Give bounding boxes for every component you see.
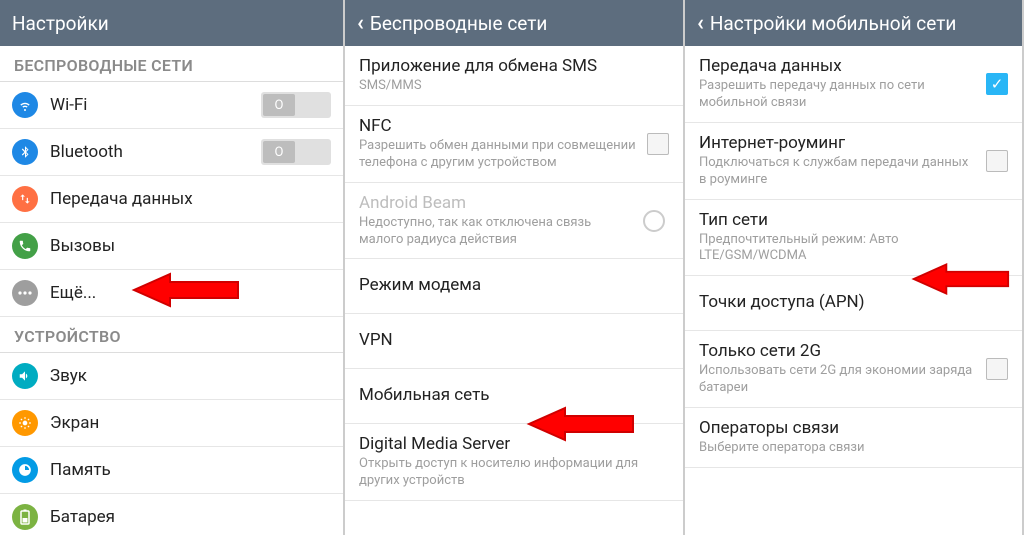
toggle-knob: O [263,141,295,163]
bluetooth-toggle[interactable]: O [261,139,331,165]
bluetooth-label: Bluetooth [50,142,261,162]
only2g-title: Только сети 2G [699,341,976,361]
memory-label: Память [50,460,331,480]
sound-label: Звук [50,366,331,386]
sms-title: Приложение для обмена SMS [359,56,669,76]
data-icon [12,186,38,212]
sound-icon [12,363,38,389]
nfc-checkbox[interactable] [647,133,669,155]
item-data-transfer[interactable]: Передача данных Разрешить передачу данны… [685,46,1022,123]
row-calls[interactable]: Вызовы [0,223,343,270]
row-more[interactable]: Ещё... [0,270,343,317]
item-tether[interactable]: Режим модема [345,259,683,314]
item-apn[interactable]: Точки доступа (APN) [685,276,1022,331]
item-mobile-network[interactable]: Мобильная сеть [345,369,683,424]
data-checkbox[interactable]: ✓ [986,73,1008,95]
nfc-sub: Разрешить обмен данными при совмещении т… [359,138,637,172]
header-mobile-settings[interactable]: ‹ Настройки мобильной сети [685,0,1022,46]
nettype-sub: Предпочтительный режим: Авто LTE/GSM/WCD… [699,232,1008,266]
header-title: Беспроводные сети [370,12,548,35]
beam-sub: Недоступно, так как отключена связь мало… [359,215,637,249]
item-only-2g[interactable]: Только сети 2G Использовать сети 2G для … [685,331,1022,408]
header-wireless[interactable]: ‹ Беспроводные сети [345,0,683,46]
roam-sub: Подключаться к службам передачи данных в… [699,155,976,189]
item-roaming[interactable]: Интернет-роуминг Подключаться к службам … [685,123,1022,200]
tether-title: Режим модема [359,275,669,295]
memory-icon [12,457,38,483]
nettype-title: Тип сети [699,210,1008,230]
data-title: Передача данных [699,56,976,76]
wifi-icon [12,92,38,118]
screen-icon [12,410,38,436]
header-settings: Настройки [0,0,343,46]
beam-title: Android Beam [359,193,637,213]
screen-label: Экран [50,413,331,433]
vpn-title: VPN [359,330,669,350]
data-sub: Разрешить передачу данных по сети мобиль… [699,78,976,112]
mobile-network-panel: ‹ Настройки мобильной сети Передача данн… [685,0,1024,535]
roam-title: Интернет-роуминг [699,133,976,153]
back-icon[interactable]: ‹ [357,11,364,36]
ops-title: Операторы связи [699,418,1008,438]
apn-title: Точки доступа (APN) [699,292,1008,312]
toggle-knob: O [263,94,295,116]
only2g-checkbox[interactable] [986,358,1008,380]
only2g-sub: Использовать сети 2G для экономии заряда… [699,363,976,397]
roaming-checkbox[interactable] [986,150,1008,172]
data-label: Передача данных [50,189,331,209]
section-device: УСТРОЙСТВО [0,317,343,353]
dms-title: Digital Media Server [359,434,669,454]
section-wireless: БЕСПРОВОДНЫЕ СЕТИ [0,46,343,82]
row-data-transfer[interactable]: Передача данных [0,176,343,223]
phone-icon [12,233,38,259]
nfc-title: NFC [359,116,637,136]
wifi-label: Wi-Fi [50,95,261,115]
ops-sub: Выберите оператора связи [699,440,1008,457]
settings-panel: Настройки БЕСПРОВОДНЫЕ СЕТИ Wi-Fi O Blue… [0,0,345,535]
sms-sub: SMS/MMS [359,78,669,95]
item-dms[interactable]: Digital Media Server Открыть доступ к но… [345,424,683,501]
item-network-type[interactable]: Тип сети Предпочтительный режим: Авто LT… [685,200,1022,277]
row-sound[interactable]: Звук [0,353,343,400]
mobile-title: Мобильная сеть [359,385,669,405]
battery-label: Батарея [50,507,331,527]
row-memory[interactable]: Память [0,447,343,494]
item-operators[interactable]: Операторы связи Выберите оператора связи [685,408,1022,468]
dms-sub: Открыть доступ к носителю информации для… [359,456,669,490]
back-icon[interactable]: ‹ [697,11,704,36]
header-title: Настройки [12,12,109,35]
header-title: Настройки мобильной сети [710,12,956,35]
row-battery[interactable]: Батарея [0,494,343,535]
item-nfc[interactable]: NFC Разрешить обмен данными при совмещен… [345,106,683,183]
beam-radio [643,210,665,232]
item-sms-app[interactable]: Приложение для обмена SMS SMS/MMS [345,46,683,106]
more-label: Ещё... [50,283,331,303]
row-wifi[interactable]: Wi-Fi O [0,82,343,129]
row-bluetooth[interactable]: Bluetooth O [0,129,343,176]
calls-label: Вызовы [50,236,331,256]
battery-icon [12,504,38,530]
item-android-beam: Android Beam Недоступно, так как отключе… [345,183,683,260]
more-icon [12,280,38,306]
wifi-toggle[interactable]: O [261,92,331,118]
bluetooth-icon [12,139,38,165]
row-screen[interactable]: Экран [0,400,343,447]
item-vpn[interactable]: VPN [345,314,683,369]
wireless-networks-panel: ‹ Беспроводные сети Приложение для обмен… [345,0,685,535]
